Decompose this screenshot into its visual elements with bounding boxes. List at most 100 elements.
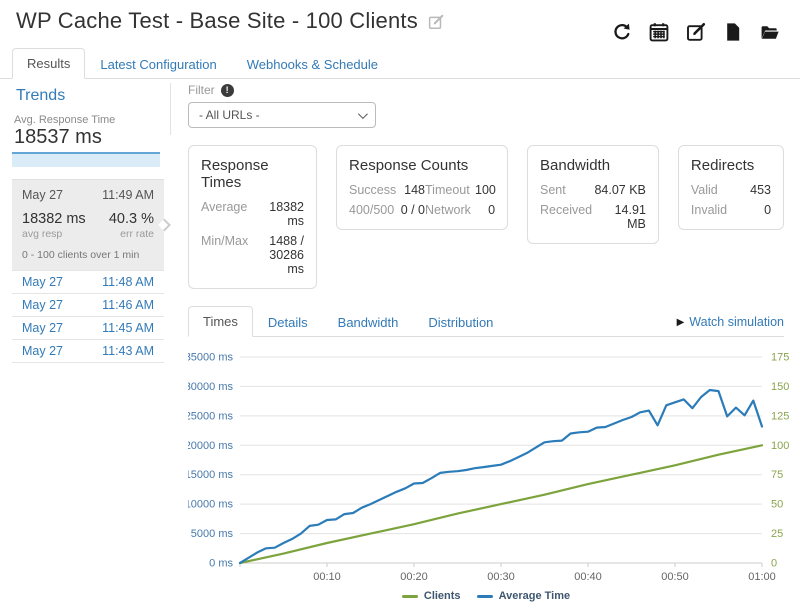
card-title: Bandwidth bbox=[540, 157, 646, 174]
vertical-divider bbox=[170, 83, 171, 135]
avg-response-time-value: 18537 ms bbox=[12, 126, 172, 149]
stat-label: 400/500 bbox=[349, 203, 396, 217]
run-date: May 27 bbox=[22, 298, 63, 312]
run-clients-summary: 0 - 100 clients over 1 min bbox=[22, 249, 154, 261]
trend-run-item[interactable]: May 27 11:48 AM bbox=[12, 270, 164, 293]
card-title: Response Counts bbox=[349, 157, 495, 174]
trend-run-selected[interactable]: May 27 11:49 AM 18382 ms 40.3 % avg resp… bbox=[12, 179, 164, 270]
tab-latest-configuration[interactable]: Latest Configuration bbox=[85, 49, 231, 79]
legend-item-average-time[interactable]: Average Time bbox=[477, 590, 571, 602]
stat-row: Min/Max1488 / 30286 ms bbox=[201, 234, 304, 276]
legend-label: Clients bbox=[424, 590, 461, 602]
left-axis-tick-label: 35000 ms bbox=[188, 352, 233, 364]
filter-label: Filter bbox=[188, 83, 215, 97]
right-axis-tick-label: 125 bbox=[771, 410, 789, 422]
avg-response-time-label: Avg. Response Time bbox=[12, 114, 172, 126]
filter-info-icon[interactable]: ! bbox=[221, 84, 234, 97]
stat-value: 14.91 MB bbox=[602, 203, 646, 231]
run-date: May 27 bbox=[22, 275, 63, 289]
trend-run-list: May 27 11:49 AM 18382 ms 40.3 % avg resp… bbox=[12, 179, 164, 363]
stat-value: 148 bbox=[396, 183, 425, 197]
run-error-rate-label: err rate bbox=[120, 228, 154, 240]
right-axis-tick-label: 0 bbox=[771, 558, 777, 570]
right-axis-tick-label: 25 bbox=[771, 528, 783, 540]
right-axis-tick-label: 100 bbox=[771, 440, 789, 452]
right-axis-tick-label: 50 bbox=[771, 499, 783, 511]
refresh-icon[interactable] bbox=[612, 22, 632, 42]
right-axis-tick-label: 75 bbox=[771, 469, 783, 481]
left-axis-tick-label: 0 ms bbox=[209, 558, 233, 570]
folder-open-icon[interactable] bbox=[760, 22, 780, 42]
trend-run-item[interactable]: May 2711:43 AM bbox=[12, 339, 164, 363]
stat-label: Network bbox=[425, 203, 475, 217]
trend-run-item[interactable]: May 27 11:45 AM bbox=[12, 316, 164, 339]
chart-tabbar: TimesDetailsBandwidthDistribution ▶ Watc… bbox=[188, 306, 784, 337]
stat-label: Invalid bbox=[691, 203, 737, 217]
card-bandwidth: Bandwidth Sent 84.07 KB Received14.91 MB bbox=[527, 145, 659, 244]
content-area: Trends Avg. Response Time 18537 ms May 2… bbox=[0, 79, 800, 602]
edit-title-icon[interactable] bbox=[428, 14, 444, 30]
url-filter-selected-option: - All URLs - bbox=[199, 108, 260, 122]
stat-row: Success148Timeout100 bbox=[349, 183, 495, 197]
stat-value: 18382 ms bbox=[257, 200, 304, 228]
main-tabbar: ResultsLatest ConfigurationWebhooks & Sc… bbox=[0, 48, 800, 79]
run-date: May 27 bbox=[22, 188, 63, 202]
chart-legend: Clients Average Time bbox=[188, 590, 784, 602]
legend-item-clients[interactable]: Clients bbox=[402, 590, 461, 602]
stat-label: Average bbox=[201, 200, 257, 228]
chart-tab-bandwidth[interactable]: Bandwidth bbox=[323, 307, 414, 337]
selected-run-arrow-icon bbox=[158, 219, 171, 232]
left-axis-tick-label: 5000 ms bbox=[191, 528, 234, 540]
stat-value: 84.07 KB bbox=[594, 183, 645, 197]
run-error-rate: 40.3 % bbox=[109, 211, 154, 227]
stat-value: 0 bbox=[764, 203, 771, 217]
summary-cards: Response TimesAverage18382 msMin/Max1488… bbox=[188, 145, 784, 289]
stat-value: 1488 / 30286 ms bbox=[258, 234, 304, 276]
run-date: May 27 bbox=[22, 344, 63, 358]
chart-tab-distribution[interactable]: Distribution bbox=[413, 307, 508, 337]
results-main: Filter ! - All URLs - Response Times Aver… bbox=[172, 79, 800, 602]
times-chart: 0 ms5000 ms10000 ms15000 ms20000 ms25000… bbox=[188, 345, 784, 588]
stat-label: Success bbox=[349, 183, 396, 197]
card-title: Redirects bbox=[691, 157, 771, 174]
stat-row: Received14.91 MB bbox=[540, 203, 646, 231]
card-response-times: Response Times Average18382 ms Min/Max1488… bbox=[188, 145, 317, 289]
run-avg-response-label: avg resp bbox=[22, 228, 62, 240]
watch-simulation-link[interactable]: ▶ Watch simulation bbox=[677, 315, 784, 336]
legend-label: Average Time bbox=[499, 590, 571, 602]
run-time: 11:48 AM bbox=[102, 275, 154, 289]
trends-sidebar: Trends Avg. Response Time 18537 ms May 2… bbox=[0, 79, 172, 602]
card-response-counts: Response Counts Success148Timeout100 400/5… bbox=[336, 145, 508, 230]
card-title: Response Times bbox=[201, 157, 304, 191]
chevron-down-icon bbox=[358, 109, 368, 119]
tab-webhooks-schedule[interactable]: Webhooks & Schedule bbox=[232, 49, 393, 79]
trend-run-item[interactable]: May 2711:46 AM bbox=[12, 293, 164, 316]
stat-label: Sent bbox=[540, 183, 576, 197]
page-header: WP Cache Test - Base Site - 100 Clients bbox=[0, 0, 800, 42]
right-axis-tick-label: 175 bbox=[771, 352, 789, 364]
stat-value: 100 bbox=[475, 183, 496, 197]
file-icon[interactable] bbox=[723, 22, 743, 42]
run-time: 11:45 AM bbox=[102, 321, 154, 335]
watch-simulation-label: Watch simulation bbox=[689, 315, 784, 329]
right-axis-tick-label: 150 bbox=[771, 381, 789, 393]
trend-sparkline bbox=[12, 152, 160, 167]
chart-tab-details[interactable]: Details bbox=[253, 307, 323, 337]
left-axis-tick-label: 10000 ms bbox=[188, 499, 233, 511]
play-icon: ▶ bbox=[677, 317, 685, 328]
tab-results[interactable]: Results bbox=[12, 48, 85, 79]
compose-icon[interactable] bbox=[686, 22, 706, 42]
stat-row: Invalid 0 bbox=[691, 203, 771, 217]
run-time: 11:49 AM bbox=[102, 188, 154, 202]
chart-tab-times[interactable]: Times bbox=[188, 306, 253, 337]
stat-row: Valid453 bbox=[691, 183, 771, 197]
calendar-icon[interactable] bbox=[649, 22, 669, 42]
left-axis-tick-label: 30000 ms bbox=[188, 381, 233, 393]
left-axis-tick-label: 25000 ms bbox=[188, 410, 233, 422]
page-title: WP Cache Test - Base Site - 100 Clients bbox=[16, 8, 418, 34]
stat-label: Received bbox=[540, 203, 602, 231]
stat-value: 0 / 0 bbox=[396, 203, 425, 217]
url-filter-select[interactable]: - All URLs - bbox=[188, 102, 376, 128]
stat-label: Min/Max bbox=[201, 234, 258, 276]
run-date: May 27 bbox=[22, 321, 63, 335]
